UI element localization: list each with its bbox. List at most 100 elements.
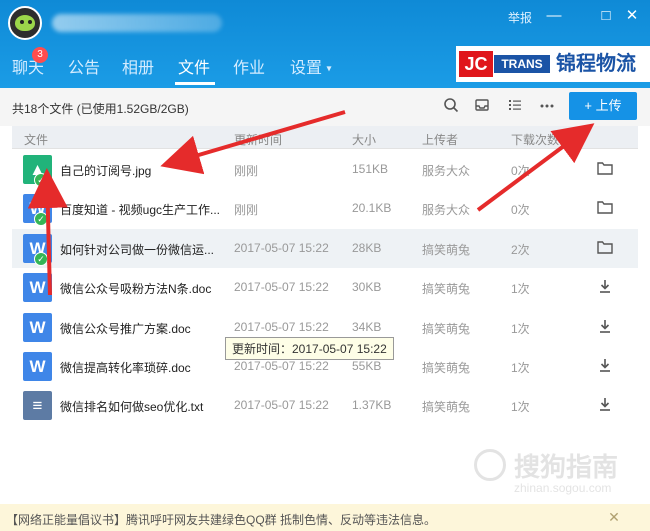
search-icon[interactable]: [441, 97, 461, 117]
report-link[interactable]: 举报: [508, 9, 532, 26]
file-uploader: 搞笑萌兔: [422, 242, 471, 257]
file-row[interactable]: ▲ ✓ 自己的订阅号.jpg 刚刚 151KB 服务大众 0次: [12, 150, 638, 189]
file-uploader: 服务大众: [422, 203, 471, 218]
maximize-button[interactable]: □: [596, 6, 616, 26]
file-download-count: 0次: [511, 203, 530, 218]
blurred-group-name: [52, 14, 222, 32]
word-doc-icon: W: [23, 312, 52, 342]
title-bar: 举报 — □ ✕ 聊天 3 公告 相册 文件 作业 设置 ▾ JC TRANS …: [0, 0, 650, 88]
file-update-time: 2017-05-07 15:22: [234, 398, 329, 413]
file-size: 1.37KB: [352, 398, 392, 413]
tab-album[interactable]: 相册: [122, 54, 154, 78]
tab-files[interactable]: 文件: [178, 54, 210, 78]
avatar-eye: [28, 20, 32, 24]
notice-bar: 【网络正能量倡议书】腾讯呼吁网友共建绿色QQ群 抵制色情、反动等违法信息。 ✕: [0, 504, 650, 531]
download-icon[interactable]: [595, 318, 615, 338]
word-doc-icon-glyph: W: [29, 278, 46, 298]
file-update-time: 刚刚: [234, 164, 259, 178]
tab-settings-label: 设置: [290, 60, 323, 77]
download-icon[interactable]: [595, 396, 615, 416]
sync-check-icon: ✓: [34, 212, 48, 227]
avatar-eye: [20, 20, 24, 24]
word-doc-icon: W: [23, 273, 52, 303]
close-icon[interactable]: ✕: [606, 509, 622, 525]
file-size: 34KB: [352, 319, 382, 334]
notice-text[interactable]: 【网络正能量倡议书】腾讯呼吁网友共建绿色QQ群 抵制色情、反动等违法信息。: [6, 511, 436, 528]
column-downloads[interactable]: 下载次数: [511, 131, 559, 148]
file-download-count: 1次: [511, 321, 530, 336]
file-name[interactable]: 如何针对公司做一份微信运...: [60, 241, 214, 258]
tab-settings[interactable]: 设置 ▾: [290, 54, 332, 78]
column-update-time[interactable]: 更新时间: [234, 131, 282, 148]
file-uploader: 搞笑萌兔: [422, 400, 471, 415]
column-uploader[interactable]: 上传者: [422, 131, 458, 148]
file-summary: 共18个文件 (已使用1.52GB/2GB): [12, 102, 189, 116]
logo-jc: JC: [459, 51, 493, 77]
watermark-url: zhinan.sogou.com: [514, 481, 612, 495]
files-toolbar: 共18个文件 (已使用1.52GB/2GB) + 上传: [0, 88, 650, 126]
file-row[interactable]: W ✓ 百度知道 - 视频ugc生产工作... 刚刚 20.1KB 服务大众 0次: [12, 189, 638, 228]
active-tab-indicator: [175, 82, 215, 85]
download-icon[interactable]: [595, 278, 615, 298]
file-size: 151KB: [352, 162, 389, 176]
file-download-count: 2次: [511, 242, 530, 257]
open-folder-icon[interactable]: [595, 160, 615, 180]
file-uploader: 搞笑萌兔: [422, 321, 471, 336]
word-doc-icon: W: [23, 352, 52, 381]
watermark-title: 搜狗指南: [514, 452, 619, 482]
file-download-count: 1次: [511, 282, 530, 297]
open-folder-icon[interactable]: [595, 239, 615, 259]
file-download-count: 1次: [511, 361, 530, 375]
group-avatar[interactable]: [8, 6, 42, 40]
column-size[interactable]: 大小: [352, 131, 376, 148]
update-time-tooltip: 更新时间：2017-05-07 15:22: [225, 337, 394, 360]
word-doc-icon-glyph: W: [29, 317, 46, 337]
inbox-icon[interactable]: [472, 97, 492, 117]
file-size: 55KB: [352, 359, 382, 373]
text-file-icon: ≡: [23, 391, 52, 421]
file-uploader: 搞笑萌兔: [422, 361, 471, 375]
upload-button[interactable]: + 上传: [569, 92, 637, 120]
file-name[interactable]: 百度知道 - 视频ugc生产工作...: [60, 201, 220, 218]
logo-cn: 锦程物流: [556, 53, 636, 75]
file-update-time: 2017-05-07 15:22: [234, 319, 329, 334]
file-update-time: 2017-05-07 15:22: [234, 240, 329, 255]
file-name[interactable]: 自己的订阅号.jpg: [60, 162, 151, 179]
list-view-icon[interactable]: [505, 97, 525, 117]
file-size: 20.1KB: [352, 201, 392, 216]
open-folder-icon[interactable]: [595, 199, 615, 219]
watermark-logo-icon: [474, 449, 506, 481]
chevron-down-icon: ▾: [326, 63, 332, 75]
file-name[interactable]: 微信公众号推广方案.doc: [60, 320, 191, 337]
file-download-count: 0次: [511, 164, 530, 178]
download-icon[interactable]: [595, 357, 615, 377]
file-uploader: 服务大众: [422, 164, 471, 178]
more-icon[interactable]: [537, 97, 557, 117]
file-name[interactable]: 微信提高转化率琐碎.doc: [60, 359, 191, 376]
close-button[interactable]: ✕: [622, 6, 642, 26]
file-update-time: 刚刚: [234, 203, 259, 218]
tab-homework[interactable]: 作业: [233, 54, 265, 78]
file-row[interactable]: ≡ 微信排名如何做seo优化.txt 2017-05-07 15:22 1.37KB 搞…: [12, 386, 638, 425]
jctrans-logo: JC TRANS 锦程物流: [456, 46, 650, 82]
file-row[interactable]: W ✓ 如何针对公司做一份微信运... 2017-05-07 15:22 28KB 搞笑萌…: [12, 228, 638, 268]
tab-announcement[interactable]: 公告: [68, 54, 100, 78]
word-doc-icon-glyph: W: [29, 357, 46, 376]
minimize-button[interactable]: —: [544, 6, 564, 26]
text-file-icon-glyph: ≡: [32, 396, 43, 416]
file-name[interactable]: 微信排名如何做seo优化.txt: [60, 398, 203, 415]
logo-trans: TRANS: [494, 55, 550, 73]
file-uploader: 搞笑萌兔: [422, 282, 471, 297]
avatar-face: [15, 15, 35, 31]
sync-check-icon: ✓: [34, 173, 48, 187]
unread-badge: 3: [32, 47, 48, 63]
column-name[interactable]: 文件: [24, 131, 48, 148]
file-size: 28KB: [352, 240, 382, 255]
file-update-time: 2017-05-07 15:22: [234, 280, 329, 295]
file-row[interactable]: W 微信公众号吸粉方法N条.doc 2017-05-07 15:22 30KB 搞笑萌兔…: [12, 268, 638, 307]
file-list-header: 文件 更新时间 大小 上传者 下载次数: [12, 126, 638, 149]
file-size: 30KB: [352, 280, 382, 295]
file-name[interactable]: 微信公众号吸粉方法N条.doc: [60, 280, 211, 297]
file-download-count: 1次: [511, 400, 530, 415]
sogou-watermark: 搜狗指南 zhinan.sogou.com: [468, 443, 638, 499]
